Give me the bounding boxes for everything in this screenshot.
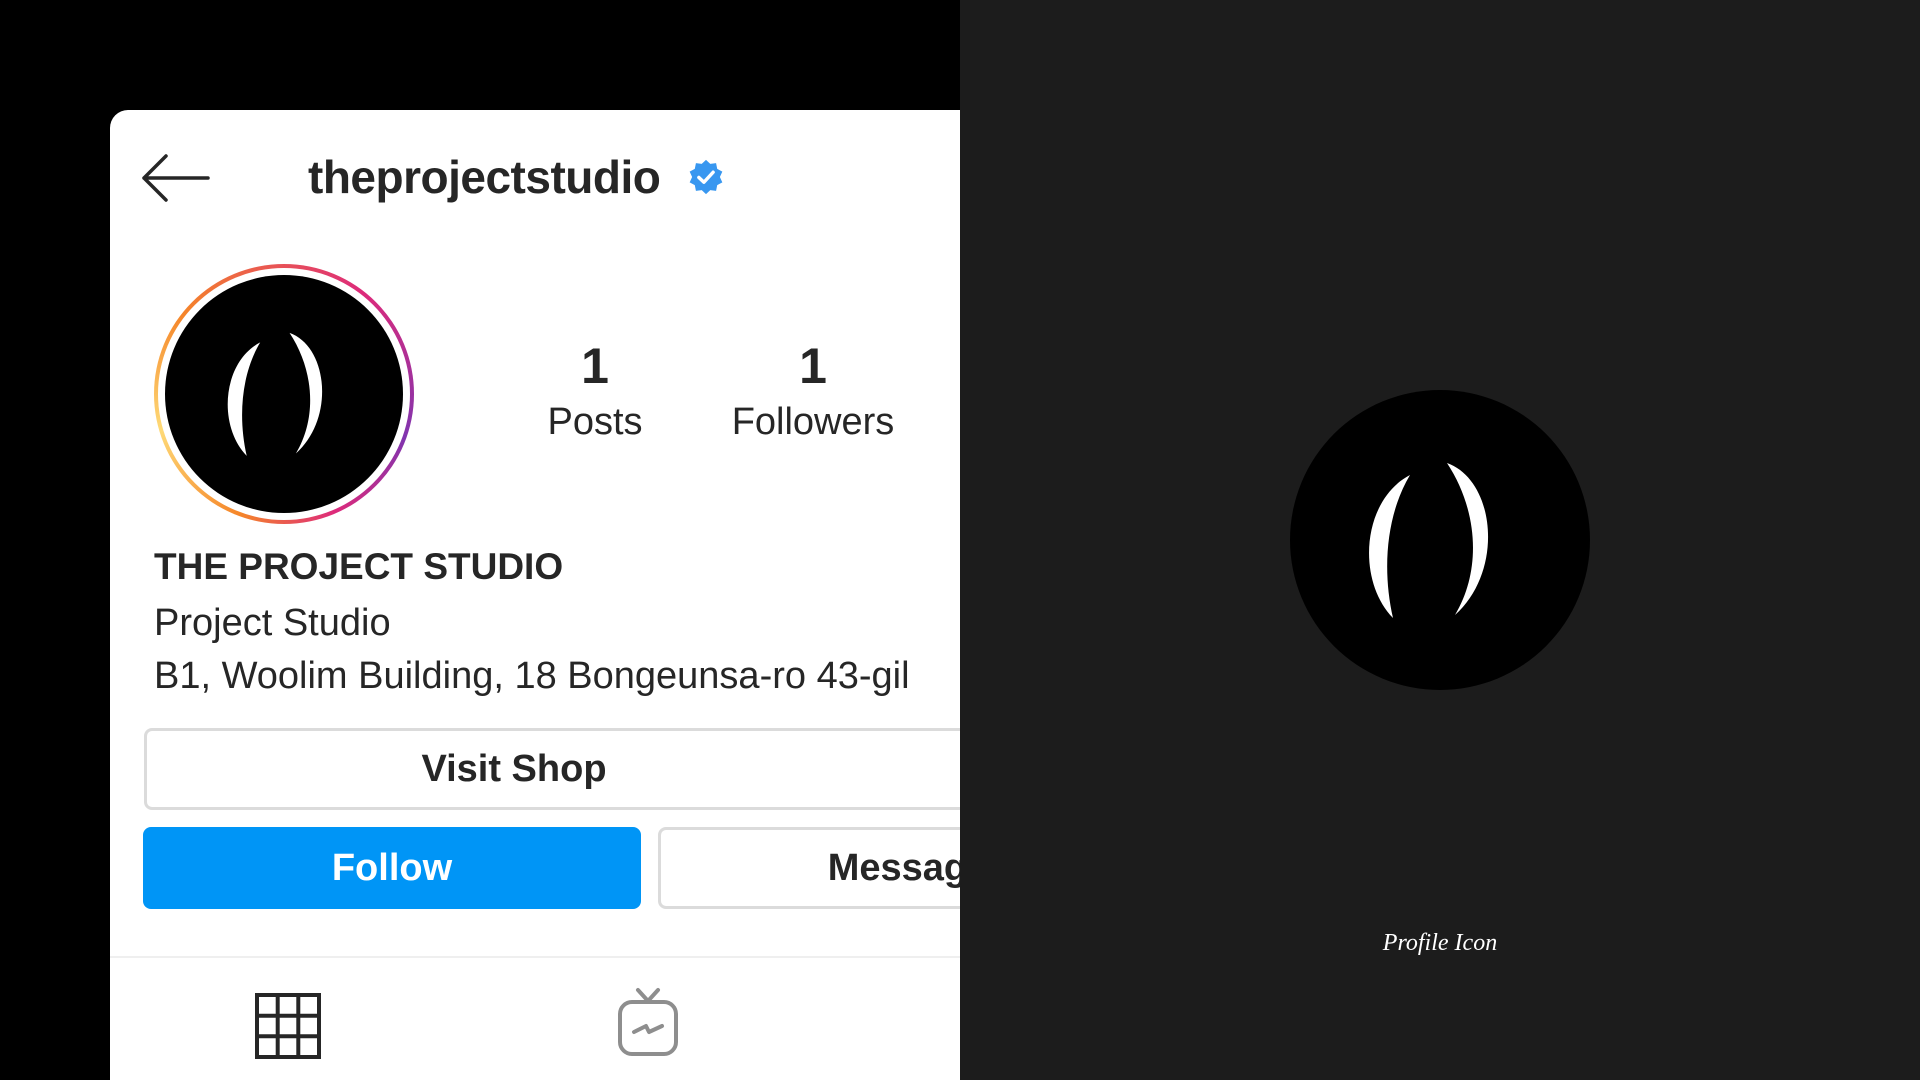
profile-bio-line: Project Studio xyxy=(154,602,391,644)
showcase-caption: Profile Icon xyxy=(1382,930,1498,956)
profile-username: theprojectstudio xyxy=(308,151,661,203)
posts-count: 1 xyxy=(581,338,609,394)
follow-button[interactable]: Follow xyxy=(143,827,641,909)
profile-avatar xyxy=(165,275,403,513)
instagram-profile-screen: theprojectstudio 1 Posts 1 Followers THE… xyxy=(110,110,960,1080)
presentation-slide: theprojectstudio 1 Posts 1 Followers THE… xyxy=(0,0,1920,1080)
verified-badge-icon xyxy=(689,159,723,195)
profile-avatar-story-ring[interactable] xyxy=(154,264,414,524)
profile-icon-preview xyxy=(1290,390,1590,690)
back-arrow-icon[interactable] xyxy=(138,152,210,204)
stat-followers[interactable]: 1 Followers xyxy=(713,336,913,448)
profile-bio-address: B1, Woolim Building, 18 Bongeunsa-ro 43-… xyxy=(154,655,910,697)
followers-count: 1 xyxy=(799,338,827,394)
studio-logo-icon xyxy=(227,332,323,456)
tab-divider xyxy=(110,956,960,958)
grid-icon[interactable] xyxy=(254,992,322,1060)
posts-label: Posts xyxy=(547,401,643,443)
visit-shop-button[interactable]: Visit Shop xyxy=(144,728,960,810)
phone-screenshot-panel: theprojectstudio 1 Posts 1 Followers THE… xyxy=(0,0,960,1080)
igtv-icon[interactable] xyxy=(616,986,680,1058)
followers-label: Followers xyxy=(731,401,895,443)
stat-following[interactable]: F xyxy=(950,336,960,388)
profile-header: theprojectstudio xyxy=(110,110,960,230)
message-button[interactable]: Message xyxy=(658,827,960,909)
following-label: F xyxy=(950,336,960,388)
stat-posts[interactable]: 1 Posts xyxy=(510,336,680,448)
logo-showcase-panel: Profile Icon xyxy=(960,0,1920,1080)
studio-logo-large-icon xyxy=(1369,463,1489,618)
profile-display-name: THE PROJECT STUDIO xyxy=(154,546,564,587)
